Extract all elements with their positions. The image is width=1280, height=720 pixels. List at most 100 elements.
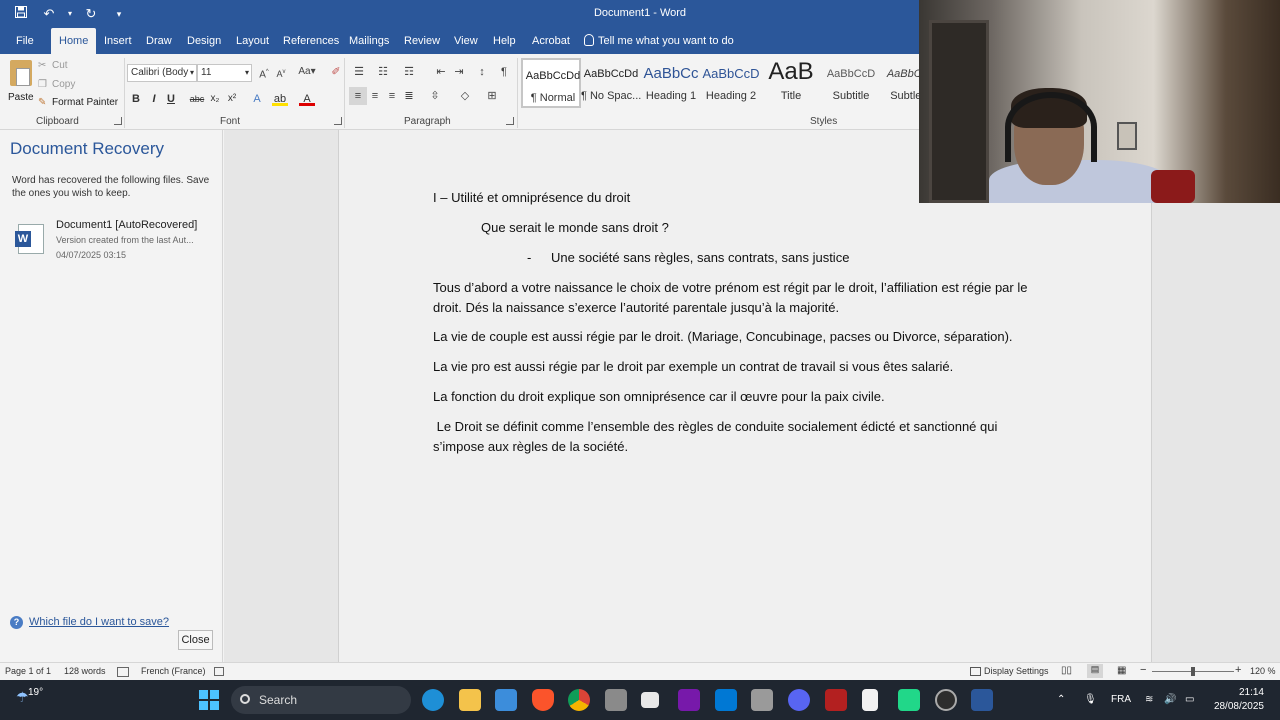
tab-view[interactable]: View (446, 28, 486, 54)
document-page[interactable]: I – Utilité et omniprésence du droit Que… (338, 130, 1152, 662)
brave-icon[interactable] (532, 689, 554, 711)
page-count[interactable]: Page 1 of 1 (5, 666, 51, 676)
word-taskbar-icon[interactable] (971, 689, 993, 711)
font-launcher-icon[interactable] (334, 117, 342, 125)
which-file-help-link[interactable]: ? Which file do I want to save? (10, 616, 169, 629)
tab-acrobat[interactable]: Acrobat (524, 28, 578, 54)
print-layout-icon[interactable]: ▤ (1087, 664, 1103, 678)
proofing-icon[interactable] (117, 667, 129, 677)
style-heading-2[interactable]: AaBbCcD Heading 2 (701, 58, 761, 108)
copy-button[interactable]: ❐ Copy (38, 79, 75, 90)
wifi-icon[interactable]: ≋ (1145, 680, 1153, 720)
close-recovery-button[interactable]: Close (178, 630, 213, 650)
input-language[interactable]: FRA (1111, 680, 1131, 720)
taskbar-search[interactable]: Search (231, 686, 411, 714)
app-icon[interactable] (605, 689, 627, 711)
pilcrow-icon[interactable]: ¶ (495, 63, 513, 81)
display-settings[interactable]: Display Settings (984, 666, 1049, 676)
shrink-font-icon[interactable]: Av (272, 63, 290, 81)
word-count[interactable]: 128 words (64, 666, 106, 676)
tell-me-search[interactable]: Tell me what you want to do (584, 28, 734, 54)
zoom-out-icon[interactable]: − (1140, 664, 1146, 676)
multilevel-list-icon[interactable]: ☶ (400, 63, 418, 81)
tab-file[interactable]: File (8, 28, 42, 54)
text-effects-icon[interactable]: A (249, 90, 265, 108)
clear-formatting-icon[interactable]: ✐ (327, 63, 345, 81)
battery-icon[interactable]: ▭ (1185, 680, 1194, 720)
subscript-icon[interactable]: x₂ (207, 90, 223, 108)
shading-icon[interactable]: ◇ (456, 87, 474, 105)
style-subtitle[interactable]: AaBbCcD Subtitle (821, 58, 881, 108)
discord-icon[interactable] (788, 689, 810, 711)
underline-icon[interactable]: U (163, 90, 179, 108)
voicemeeter-icon[interactable] (825, 689, 847, 711)
numbering-icon[interactable]: ☷ (374, 63, 392, 81)
change-case-icon[interactable]: Aa▾ (296, 63, 318, 81)
tab-references[interactable]: References (275, 28, 347, 54)
tab-layout[interactable]: Layout (228, 28, 277, 54)
tab-design[interactable]: Design (179, 28, 229, 54)
borders-icon[interactable]: ⊞ (483, 87, 501, 105)
file-explorer-icon[interactable] (459, 689, 481, 711)
align-right-icon[interactable]: ≡ (383, 87, 401, 105)
windows-start-icon[interactable] (198, 689, 220, 711)
microphone-icon[interactable]: 🎙 (1084, 680, 1097, 720)
style-title[interactable]: AaB Title (761, 58, 821, 108)
paste-button[interactable]: Paste (4, 58, 36, 108)
bullets-icon[interactable]: ☰ (350, 63, 368, 81)
app-icon[interactable] (751, 689, 773, 711)
web-layout-icon[interactable]: ▦ (1117, 665, 1126, 676)
format-painter-button[interactable]: ✎ Format Painter (38, 97, 118, 108)
line-spacing-icon[interactable]: ⇳ (426, 87, 444, 105)
clipboard-launcher-icon[interactable] (114, 117, 122, 125)
bold-icon[interactable]: B (128, 90, 144, 108)
cut-button[interactable]: ✂ Cut (38, 60, 68, 71)
decrease-indent-icon[interactable]: ⇤ (432, 63, 450, 81)
font-color-icon[interactable]: A (299, 90, 315, 106)
style-normal[interactable]: AaBbCcDd ¶ Normal (521, 58, 581, 108)
system-clock[interactable]: 21:14 28/08/2025 (1208, 686, 1264, 714)
strikethrough-icon[interactable]: abc (189, 90, 205, 108)
obs-icon[interactable] (935, 689, 957, 711)
highlight-icon[interactable]: ab (272, 90, 288, 106)
tab-review[interactable]: Review (396, 28, 448, 54)
tab-mailings[interactable]: Mailings (341, 28, 397, 54)
photos-icon[interactable] (495, 689, 517, 711)
doc-paragraph: Tous d’abord a votre naissance le choix … (433, 280, 1028, 295)
onenote-icon[interactable] (678, 689, 700, 711)
pycharm-icon[interactable] (898, 689, 920, 711)
tab-home[interactable]: Home (51, 28, 97, 54)
tab-draw[interactable]: Draw (138, 28, 180, 54)
align-left-icon[interactable]: ≡ (349, 87, 367, 105)
font-size-select[interactable]: 11 ▾ (197, 64, 252, 82)
notepad-icon[interactable] (862, 689, 878, 711)
tab-insert[interactable]: Insert (96, 28, 140, 54)
align-center-icon[interactable]: ≡ (366, 87, 384, 105)
superscript-icon[interactable]: x² (224, 90, 240, 108)
vscode-icon[interactable] (715, 689, 737, 711)
snipping-tool-icon[interactable] (641, 692, 659, 708)
chrome-icon[interactable] (568, 689, 590, 711)
grow-font-icon[interactable]: A^ (255, 63, 273, 81)
increase-indent-icon[interactable]: ⇥ (450, 63, 468, 81)
zoom-level[interactable]: 120 % (1250, 666, 1276, 676)
zoom-slider-thumb[interactable] (1191, 667, 1195, 676)
chevron-up-icon[interactable]: ⌃ (1057, 680, 1065, 720)
language-status[interactable]: French (France) (141, 666, 206, 676)
volume-icon[interactable]: 🔊 (1164, 680, 1176, 720)
style-no-spacing[interactable]: AaBbCcDd ¶ No Spac... (581, 58, 641, 108)
read-mode-icon[interactable]: ▯▯ (1061, 665, 1072, 676)
sort-icon[interactable]: ↕ (473, 63, 491, 81)
recovered-file-item[interactable]: Document1 [AutoRecovered] Version create… (12, 216, 217, 262)
zoom-in-icon[interactable]: + (1235, 664, 1241, 676)
style-heading-1[interactable]: AaBbCc Heading 1 (641, 58, 701, 108)
italic-icon[interactable]: I (146, 90, 162, 108)
font-size-value: 11 (201, 67, 212, 78)
justify-icon[interactable]: ≣ (400, 87, 418, 105)
style-subtle-emphasis[interactable]: AaBbCcD Subtle E (881, 58, 920, 108)
tab-help[interactable]: Help (485, 28, 524, 54)
paragraph-launcher-icon[interactable] (506, 117, 514, 125)
edge-icon[interactable] (422, 689, 444, 711)
accessibility-icon[interactable] (214, 667, 224, 676)
font-name-select[interactable]: Calibri (Body ▾ (127, 64, 197, 82)
